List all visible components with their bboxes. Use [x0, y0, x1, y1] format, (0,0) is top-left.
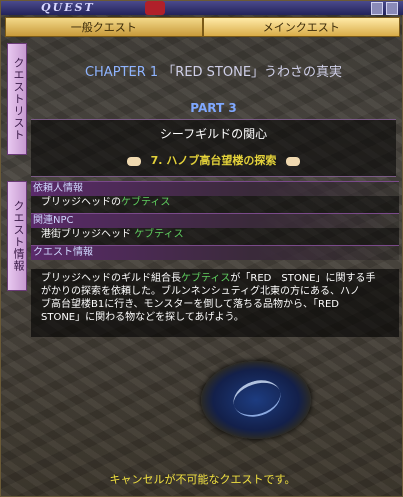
details-line-3: ブ高台望楼B1に行き、モンスターを倒して落ちる品物から、「RED [41, 299, 339, 310]
pointing-hand-right-icon [286, 156, 301, 166]
details-line-2: がかりの探索を依頼した。ブルンネンシュティグ北東の方にある、ハノ [41, 286, 360, 297]
related-npc-location: 港街ブリッジヘッド [41, 229, 135, 240]
title-bar[interactable]: QUEST [1, 1, 403, 15]
client-npc-name: ケブティス [121, 197, 171, 208]
chapter-heading: CHAPTER 1 「RED STONE」うわさの真実 [31, 61, 396, 80]
side-tab-quest-info[interactable]: クエスト情報 [7, 181, 27, 291]
related-npc-name: ケブティス [134, 229, 184, 240]
client-info-value: ブリッジヘッドのケブティス [31, 196, 399, 213]
quest-info-section: 依頼人情報 ブリッジヘッドのケブティス 関連NPC 港街ブリッジヘッド ケブティ… [31, 181, 399, 260]
window-controls [371, 2, 398, 15]
quest-header-panel: シーフギルドの関心 7. ハノブ高台望楼の探索 [31, 119, 396, 177]
related-npc-header: 関連NPC [31, 213, 399, 228]
pointing-hand-left-icon [126, 156, 141, 166]
quest-type-tabs: 一般クエスト メインクエスト [5, 17, 400, 37]
client-location: ブリッジヘッドの [41, 197, 121, 208]
cancel-notice: キャンセルが不可能なクエストです。 [109, 473, 296, 486]
part-label: PART 3 [190, 101, 237, 115]
client-info-header: 依頼人情報 [31, 181, 399, 196]
quest-window: QUEST 一般クエスト メインクエスト クエストリスト クエスト情報 CHAP… [0, 0, 403, 497]
chapter-title: 「RED STONE」うわさの真実 [162, 65, 343, 80]
quest-name-row[interactable]: 7. ハノブ高台望楼の探索 [31, 152, 396, 168]
details-text-part: が「RED STONE」に関する手 [230, 273, 376, 284]
quest-details-text: ブリッジヘッドのギルド組合長ケブティスが「RED STONE」に関する手 がかり… [31, 269, 399, 337]
details-text-part: ブリッジヘッドのギルド組合長 [41, 273, 181, 284]
tab-main-quest[interactable]: メインクエスト [202, 17, 400, 37]
chapter-number: CHAPTER 1 [84, 65, 159, 80]
quest-subtitle: シーフギルドの関心 [159, 127, 268, 141]
tab-general-quest[interactable]: 一般クエスト [5, 17, 203, 37]
quest-emblem-icon [145, 1, 165, 15]
window-title: QUEST [41, 1, 95, 14]
details-line-1: ブリッジヘッドのギルド組合長ケブティスが「RED STONE」に関する手 [41, 272, 393, 285]
quest-details-header: クエスト情報 [31, 245, 399, 260]
details-line-4: STONE」に関わる物などを探してあげよう。 [41, 312, 244, 323]
side-tab-quest-list[interactable]: クエストリスト [7, 43, 27, 155]
minimize-icon[interactable] [371, 2, 383, 15]
details-npc-name: ケブティス [181, 273, 231, 284]
quest-name: 7. ハノブ高台望楼の探索 [150, 154, 277, 167]
close-icon[interactable] [386, 2, 398, 15]
related-npc-value: 港街ブリッジヘッド ケブティス [31, 228, 399, 245]
